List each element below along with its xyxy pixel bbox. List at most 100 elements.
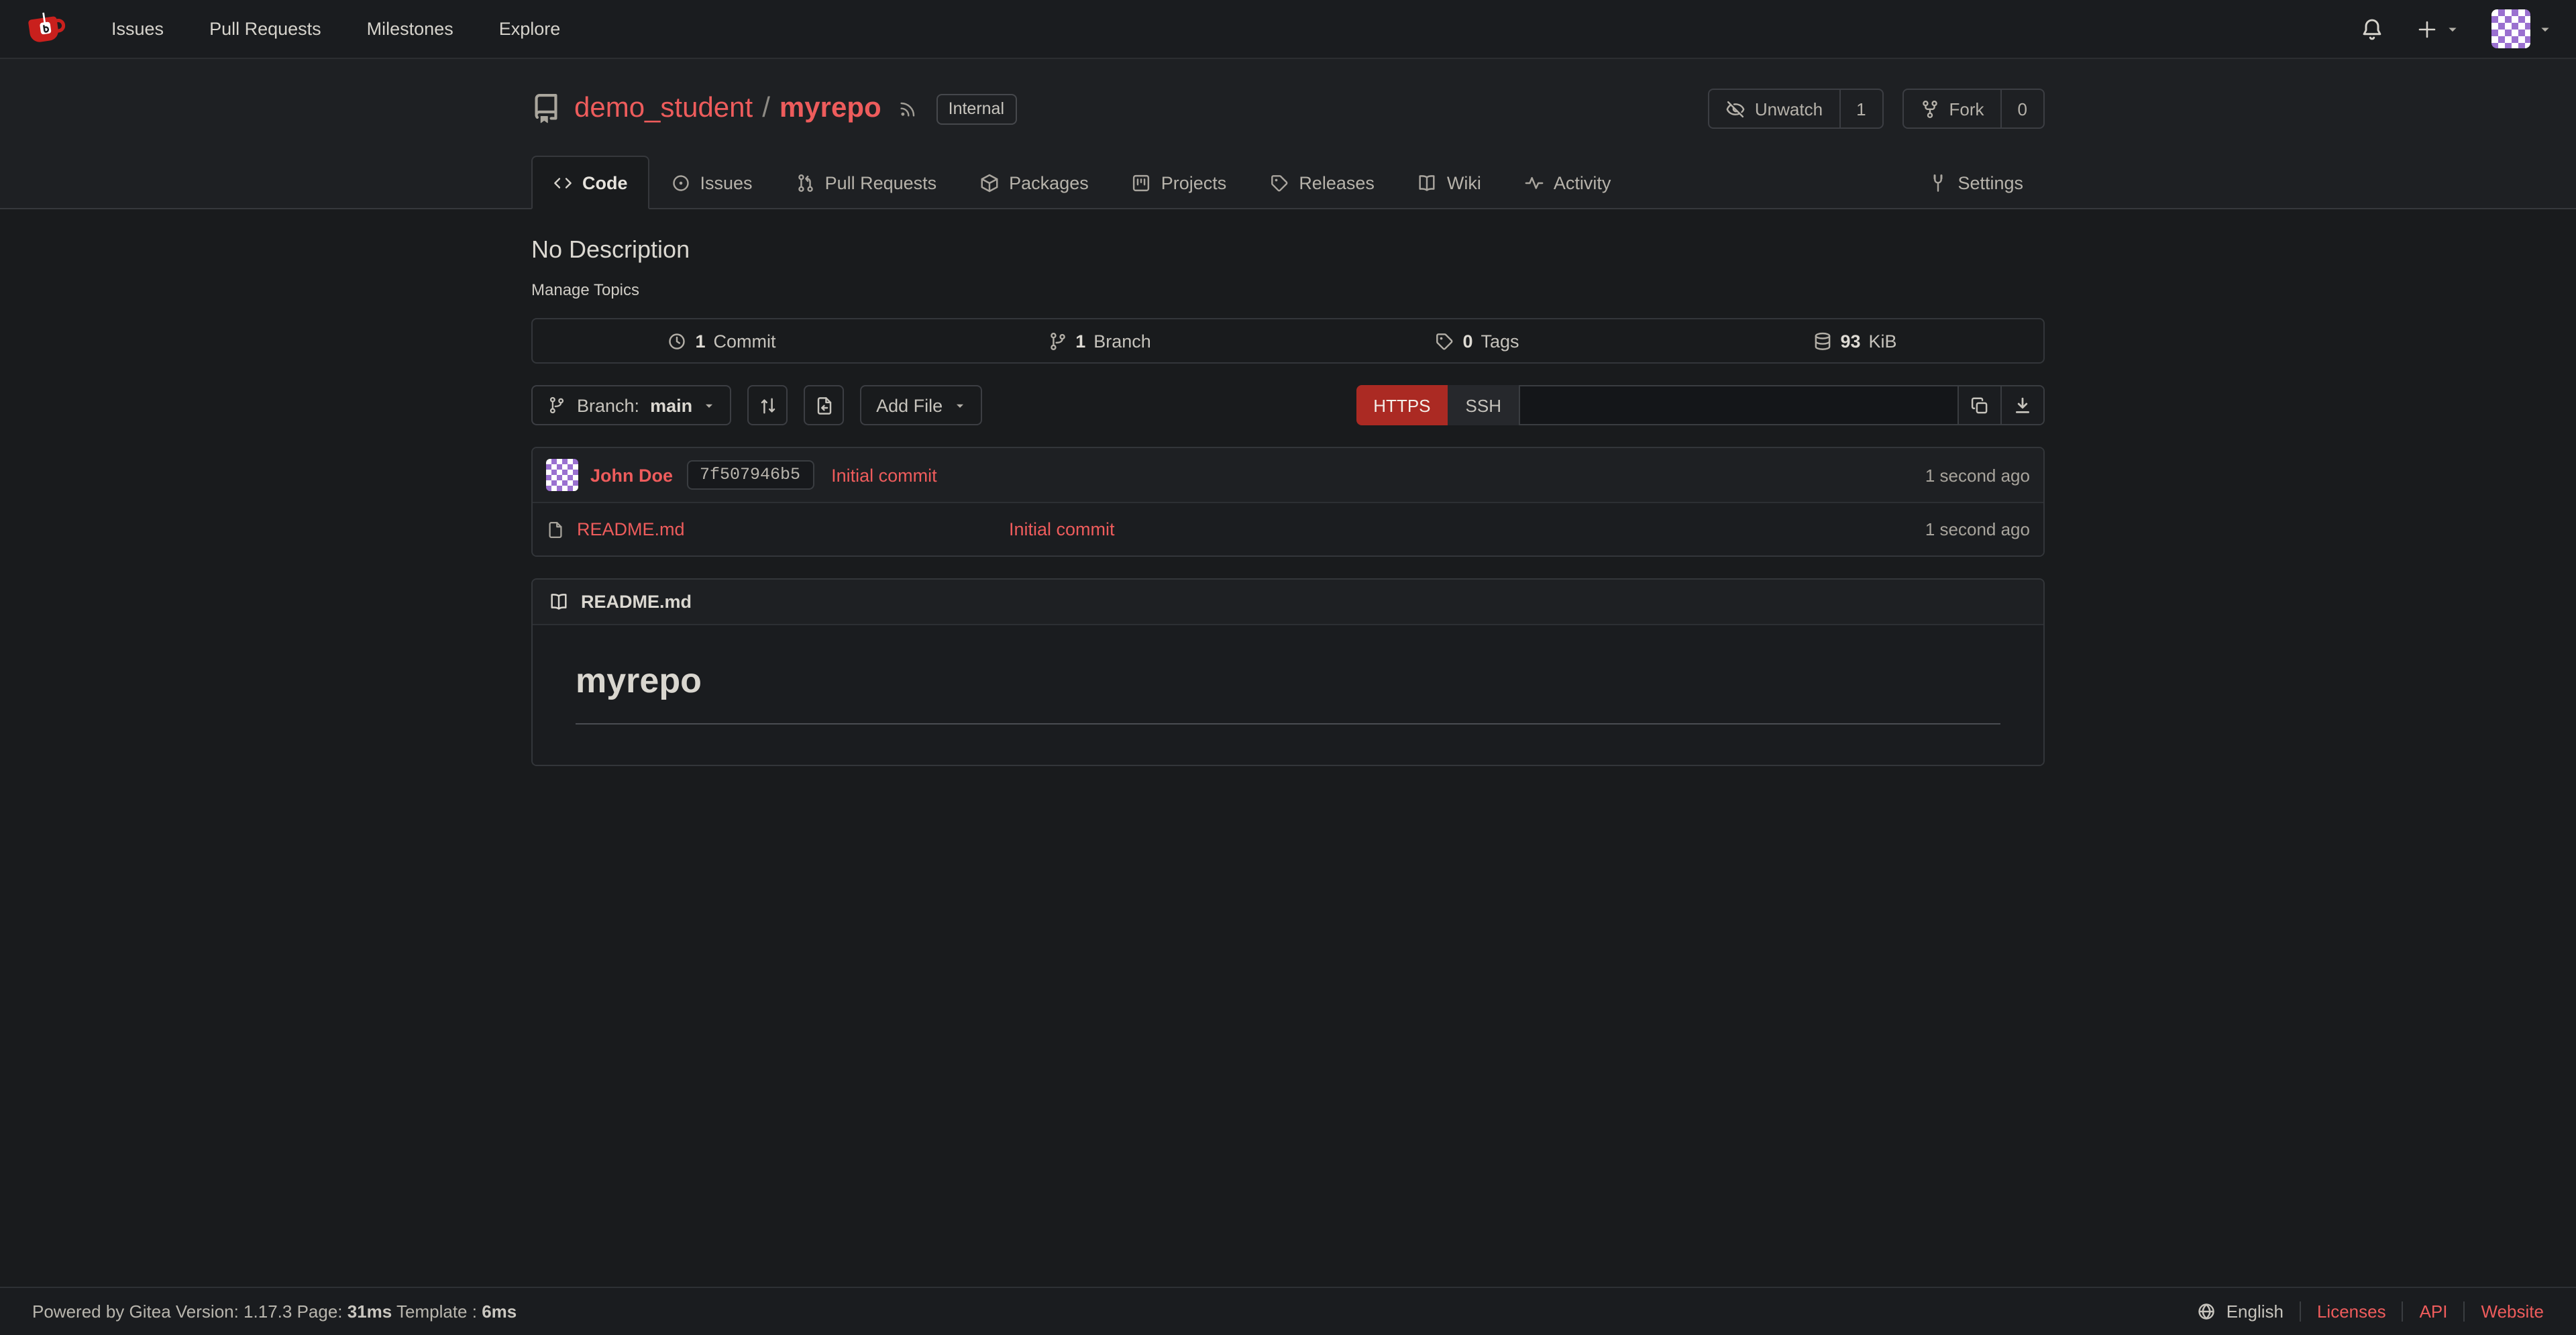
fork-button-group: Fork 0	[1902, 89, 2045, 129]
commit-author-avatar[interactable]	[546, 459, 578, 491]
download-icon	[2012, 395, 2033, 415]
issue-icon	[671, 172, 691, 193]
repo-owner-link[interactable]: demo_student	[574, 93, 753, 125]
globe-icon	[2197, 1301, 2217, 1322]
repo-path-separator: /	[762, 93, 770, 125]
nav-item-issues[interactable]: Issues	[111, 19, 164, 39]
footer-divider	[2464, 1301, 2465, 1322]
clock-icon	[667, 331, 687, 351]
create-new-menu[interactable]	[2416, 18, 2459, 40]
tab-settings[interactable]: Settings	[1907, 156, 2045, 209]
tab-projects[interactable]: Projects	[1110, 156, 1248, 209]
unwatch-button[interactable]: Unwatch	[1709, 90, 1839, 127]
tab-issues[interactable]: Issues	[649, 156, 774, 209]
compare-branches-button[interactable]	[747, 385, 788, 425]
copy-url-button[interactable]	[1957, 386, 2000, 424]
files-table: John Doe 7f507946b5 Initial commit 1 sec…	[531, 447, 2045, 557]
user-menu[interactable]	[2491, 9, 2552, 48]
activity-icon	[1524, 172, 1544, 193]
gitea-logo[interactable]	[24, 8, 66, 50]
user-avatar	[2491, 9, 2530, 48]
ssh-clone-button[interactable]: SSH	[1448, 385, 1519, 425]
repo-description: No Description	[531, 236, 2045, 264]
readme-heading: myrepo	[576, 660, 2000, 725]
tags-stat[interactable]: 0Tags	[1288, 319, 1666, 362]
fork-count[interactable]: 0	[2000, 90, 2043, 127]
watch-count[interactable]: 1	[1839, 90, 1882, 127]
powered-by-text: Powered by Gitea Version: 1.17.3 Page: 3…	[32, 1301, 517, 1322]
tab-wiki[interactable]: Wiki	[1396, 156, 1503, 209]
repo-name-link[interactable]: myrepo	[780, 93, 881, 125]
nav-item-milestones[interactable]: Milestones	[367, 19, 453, 39]
tab-packages[interactable]: Packages	[958, 156, 1110, 209]
licenses-link[interactable]: Licenses	[2317, 1301, 2386, 1322]
branch-icon	[547, 396, 566, 415]
wiki-icon	[1417, 172, 1438, 193]
manage-topics-link[interactable]: Manage Topics	[531, 280, 2045, 299]
page-footer: Powered by Gitea Version: 1.17.3 Page: 3…	[0, 1287, 2576, 1335]
branch-icon	[1047, 331, 1067, 351]
file-icon	[546, 520, 565, 539]
package-icon	[979, 172, 1000, 193]
website-link[interactable]: Website	[2481, 1301, 2544, 1322]
plus-icon	[2416, 18, 2438, 40]
branch-dropdown[interactable]: Branch:main	[531, 385, 731, 425]
branches-stat[interactable]: 1Branch	[910, 319, 1288, 362]
readme-content: myrepo	[533, 625, 2043, 765]
tab-releases[interactable]: Releases	[1248, 156, 1396, 209]
commit-author-link[interactable]: John Doe	[590, 465, 673, 485]
download-button[interactable]	[2000, 386, 2043, 424]
gitea-repo-page: Issues Pull Requests Milestones Explore	[0, 0, 2576, 1335]
tag-icon	[1269, 172, 1289, 193]
readme-header: README.md	[533, 580, 2043, 625]
https-clone-button[interactable]: HTTPS	[1356, 385, 1448, 425]
tab-code[interactable]: Code	[531, 156, 649, 209]
file-name-link[interactable]: README.md	[577, 519, 685, 539]
readme-panel: README.md myrepo	[531, 578, 2045, 766]
size-stat[interactable]: 93KiB	[1666, 319, 2043, 362]
footer-divider	[2402, 1301, 2404, 1322]
repo-header: demo_student / myrepo Internal Unwatch	[0, 59, 2576, 209]
new-file-icon	[814, 395, 834, 415]
commits-stat[interactable]: 1Commit	[533, 319, 910, 362]
rss-icon[interactable]	[898, 99, 918, 119]
latest-commit-row: John Doe 7f507946b5 Initial commit 1 sec…	[533, 448, 2043, 502]
clone-url-bar	[1519, 385, 2045, 425]
tab-activity[interactable]: Activity	[1503, 156, 1633, 209]
visibility-badge: Internal	[936, 93, 1016, 124]
readme-filename: README.md	[581, 592, 692, 612]
clone-url-input[interactable]	[1520, 386, 1957, 424]
code-toolbar: Branch:main Add File HTTPS	[531, 385, 2045, 425]
book-icon	[549, 592, 569, 612]
tag-icon	[1434, 331, 1454, 351]
footer-divider	[2300, 1301, 2301, 1322]
watch-button-group: Unwatch 1	[1708, 89, 1884, 129]
top-navbar: Issues Pull Requests Milestones Explore	[0, 0, 2576, 59]
commit-age: 1 second ago	[1925, 465, 2030, 485]
chevron-down-icon	[2538, 22, 2552, 36]
api-link[interactable]: API	[2420, 1301, 2448, 1322]
nav-item-explore[interactable]: Explore	[499, 19, 561, 39]
main-content: No Description Manage Topics 1Commit 1Br…	[0, 209, 2576, 1287]
chevron-down-icon	[2446, 22, 2459, 36]
fork-button[interactable]: Fork	[1904, 90, 2000, 127]
compare-icon	[757, 395, 777, 415]
fork-icon	[1920, 99, 1940, 119]
repo-tabs: Code Issues Pull Requests Packages Proje…	[531, 153, 2045, 208]
language-selector[interactable]: English	[2197, 1301, 2284, 1322]
add-file-dropdown[interactable]: Add File	[860, 385, 981, 425]
commit-sha-link[interactable]: 7f507946b5	[686, 460, 814, 490]
tab-pull-requests[interactable]: Pull Requests	[774, 156, 959, 209]
bell-icon[interactable]	[2360, 17, 2384, 41]
file-commit-message-link[interactable]: Initial commit	[1009, 519, 1115, 539]
eye-off-icon	[1725, 99, 1746, 119]
pull-request-icon	[796, 172, 816, 193]
nav-item-pull-requests[interactable]: Pull Requests	[209, 19, 321, 39]
copy-icon	[1970, 395, 1990, 415]
commit-message-link[interactable]: Initial commit	[831, 465, 937, 485]
settings-icon	[1928, 172, 1948, 193]
projects-icon	[1132, 172, 1152, 193]
repo-stats-bar: 1Commit 1Branch 0Tags 93KiB	[531, 318, 2045, 364]
file-age: 1 second ago	[1925, 519, 2030, 539]
new-file-button[interactable]	[804, 385, 844, 425]
